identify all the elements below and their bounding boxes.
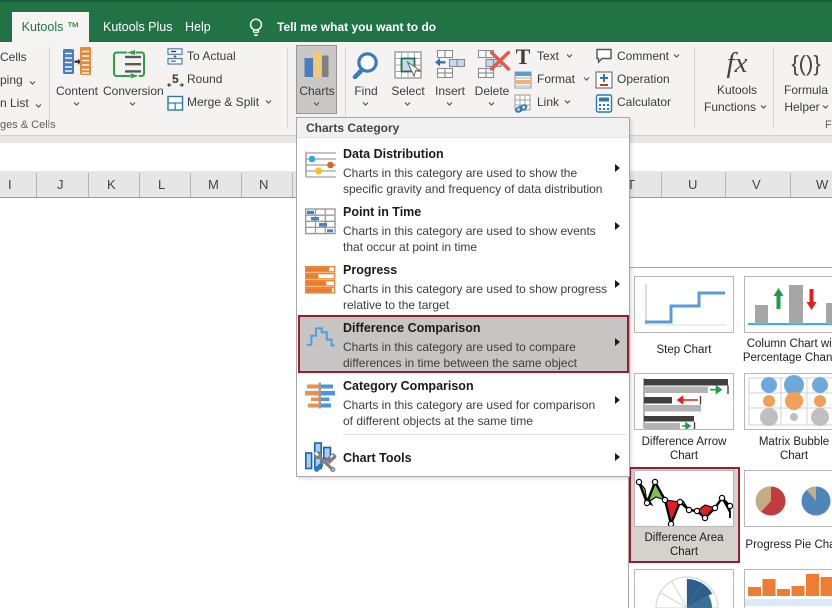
svg-text:5: 5 [172,72,179,86]
